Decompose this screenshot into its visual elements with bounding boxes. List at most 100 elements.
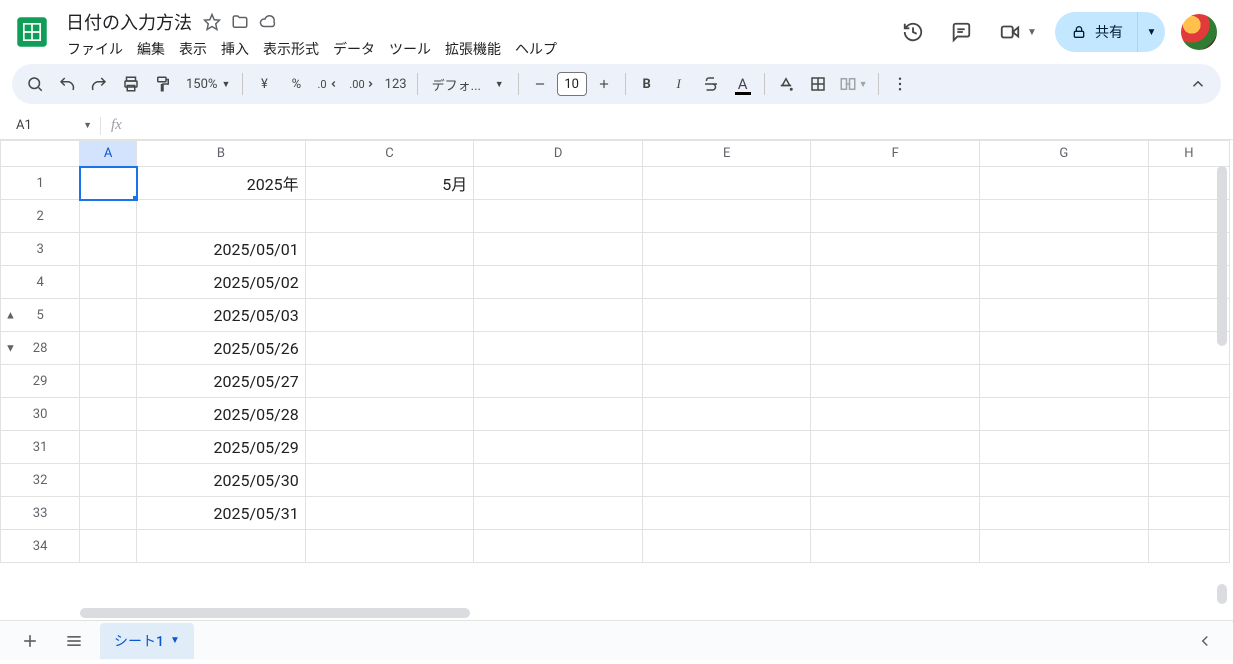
decrease-font-size-button[interactable]	[525, 69, 555, 99]
all-sheets-button[interactable]	[56, 623, 92, 659]
cell[interactable]	[642, 530, 811, 563]
fill-color-button[interactable]	[771, 69, 801, 99]
print-icon[interactable]	[116, 69, 146, 99]
sheets-logo[interactable]	[12, 12, 52, 52]
cell[interactable]	[980, 299, 1149, 332]
cell[interactable]	[474, 431, 643, 464]
undo-icon[interactable]	[52, 69, 82, 99]
cell[interactable]: 2025/05/02	[137, 266, 306, 299]
cell[interactable]	[811, 233, 980, 266]
group-collapse-down-icon[interactable]: ▼	[5, 342, 16, 355]
row-header[interactable]: 34	[1, 530, 80, 563]
row-header[interactable]: 32	[1, 464, 80, 497]
cell[interactable]	[80, 200, 137, 233]
cell[interactable]	[980, 332, 1149, 365]
cell[interactable]	[474, 398, 643, 431]
history-icon[interactable]	[893, 12, 933, 52]
cell[interactable]	[80, 299, 137, 332]
cell[interactable]	[642, 332, 811, 365]
cell[interactable]	[811, 464, 980, 497]
doc-title[interactable]: 日付の入力方法	[60, 9, 198, 35]
cell[interactable]: 2025/05/29	[137, 431, 306, 464]
text-color-button[interactable]: A	[728, 69, 758, 99]
cell[interactable]	[137, 530, 306, 563]
cell[interactable]	[305, 431, 474, 464]
menu-edit[interactable]: 編集	[130, 37, 172, 61]
cell[interactable]: 2025/05/30	[137, 464, 306, 497]
cell[interactable]: 2025/05/28	[137, 398, 306, 431]
format-currency-button[interactable]: ¥	[249, 69, 279, 99]
italic-button[interactable]: I	[664, 69, 694, 99]
cell[interactable]	[980, 398, 1149, 431]
cell[interactable]	[305, 530, 474, 563]
spreadsheet-grid[interactable]: A B C D E F G H 12025年5月232025/05/014202…	[0, 140, 1230, 563]
cell[interactable]	[980, 200, 1149, 233]
cell[interactable]: 2025/05/26	[137, 332, 306, 365]
cell[interactable]	[642, 497, 811, 530]
cell[interactable]: 2025/05/27	[137, 365, 306, 398]
cell[interactable]	[474, 299, 643, 332]
menu-format[interactable]: 表示形式	[256, 37, 326, 61]
col-header-B[interactable]: B	[137, 141, 306, 167]
share-button[interactable]: 共有 ▼	[1055, 12, 1165, 52]
cell[interactable]	[642, 266, 811, 299]
zoom-select[interactable]: 150%▼	[180, 69, 236, 99]
menu-help[interactable]: ヘルプ	[508, 37, 564, 61]
cell[interactable]: 5月	[305, 167, 474, 200]
cell[interactable]	[642, 431, 811, 464]
more-formats-button[interactable]: 123	[381, 69, 411, 99]
cell[interactable]	[305, 299, 474, 332]
cell[interactable]	[811, 530, 980, 563]
cell[interactable]	[80, 530, 137, 563]
increase-font-size-button[interactable]	[589, 69, 619, 99]
decrease-decimal-button[interactable]: .0	[313, 69, 343, 99]
col-header-G[interactable]: G	[980, 141, 1149, 167]
cell[interactable]	[642, 200, 811, 233]
cell[interactable]	[811, 365, 980, 398]
cell[interactable]	[642, 299, 811, 332]
cell[interactable]	[811, 266, 980, 299]
side-panel-toggle-icon[interactable]	[1189, 625, 1221, 657]
group-collapse-up-icon[interactable]: ▲	[5, 309, 16, 322]
cell[interactable]	[980, 167, 1149, 200]
increase-decimal-button[interactable]: .00	[345, 69, 378, 99]
cell[interactable]	[642, 167, 811, 200]
cell[interactable]: 2025/05/31	[137, 497, 306, 530]
cell[interactable]	[305, 464, 474, 497]
cell[interactable]	[980, 497, 1149, 530]
cell[interactable]	[305, 398, 474, 431]
col-header-E[interactable]: E	[642, 141, 811, 167]
paint-format-icon[interactable]	[148, 69, 178, 99]
col-header-A[interactable]: A	[80, 141, 137, 167]
cell[interactable]	[474, 530, 643, 563]
cell[interactable]	[80, 233, 137, 266]
cell[interactable]	[811, 497, 980, 530]
cell[interactable]: 2025/05/01	[137, 233, 306, 266]
col-header-F[interactable]: F	[811, 141, 980, 167]
cell[interactable]	[305, 365, 474, 398]
name-box[interactable]: A1 ▼	[0, 118, 100, 133]
cell[interactable]	[642, 233, 811, 266]
cell[interactable]	[80, 365, 137, 398]
account-avatar[interactable]	[1181, 14, 1217, 50]
cloud-status-icon[interactable]	[254, 8, 282, 36]
cell[interactable]	[980, 266, 1149, 299]
col-header-H[interactable]: H	[1148, 141, 1229, 167]
borders-button[interactable]	[803, 69, 833, 99]
cell[interactable]	[980, 464, 1149, 497]
cell[interactable]	[811, 200, 980, 233]
select-all-corner[interactable]	[1, 141, 80, 167]
cell[interactable]	[305, 266, 474, 299]
cell[interactable]	[474, 233, 643, 266]
vertical-scrollbar[interactable]	[1217, 166, 1229, 604]
row-header[interactable]: 4	[1, 266, 80, 299]
selection-handle[interactable]	[132, 195, 137, 200]
cell[interactable]	[980, 530, 1149, 563]
cell[interactable]	[474, 200, 643, 233]
row-header[interactable]: 28▼	[1, 332, 80, 365]
cell[interactable]	[305, 497, 474, 530]
menu-extensions[interactable]: 拡張機能	[438, 37, 508, 61]
menu-tools[interactable]: ツール	[382, 37, 438, 61]
row-header[interactable]: 30	[1, 398, 80, 431]
cell[interactable]	[474, 266, 643, 299]
